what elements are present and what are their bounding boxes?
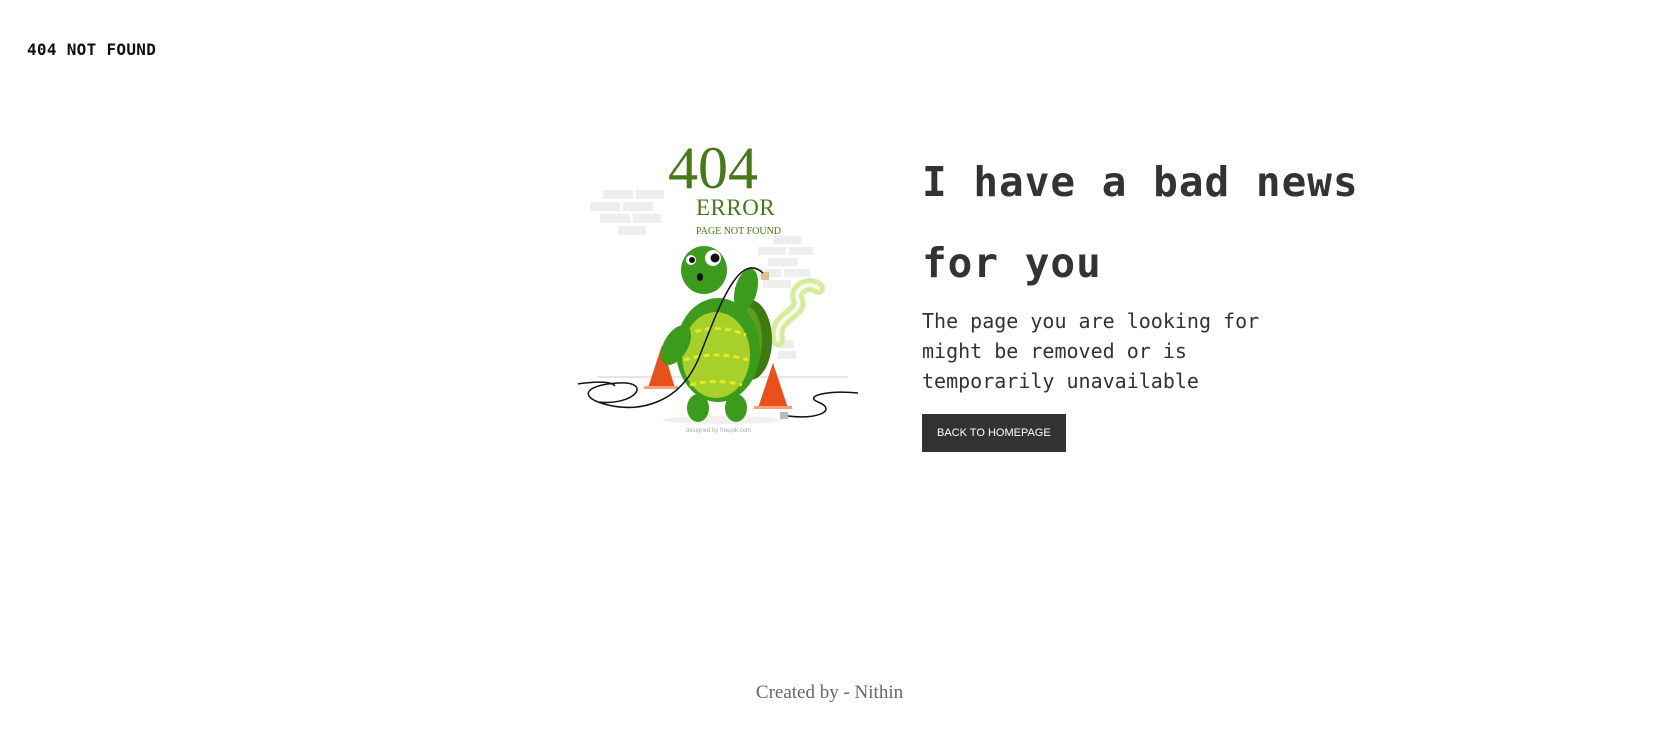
error-message-panel: I have a bad news for you The page you a… [922,142,1442,452]
error-code: 404 [668,135,758,201]
back-to-homepage-button[interactable]: BACK TO HOMEPAGE [922,414,1066,452]
page-not-found-label: PAGE NOT FOUND [696,226,782,237]
error-label: ERROR [696,195,776,220]
error-description: The page you are looking for might be re… [922,309,1260,393]
footer-credit: Created by - Nithin [755,682,904,703]
turtle-404-illustration: 404 ERROR PAGE NOT FOUND designed by fre… [578,135,883,445]
headline-line-1: I have a bad news [922,158,1359,206]
designer-credit: designed by freepik.com [686,428,752,434]
headline-line-2: for you [922,239,1102,287]
page-title: 404 NOT FOUND [27,40,157,59]
